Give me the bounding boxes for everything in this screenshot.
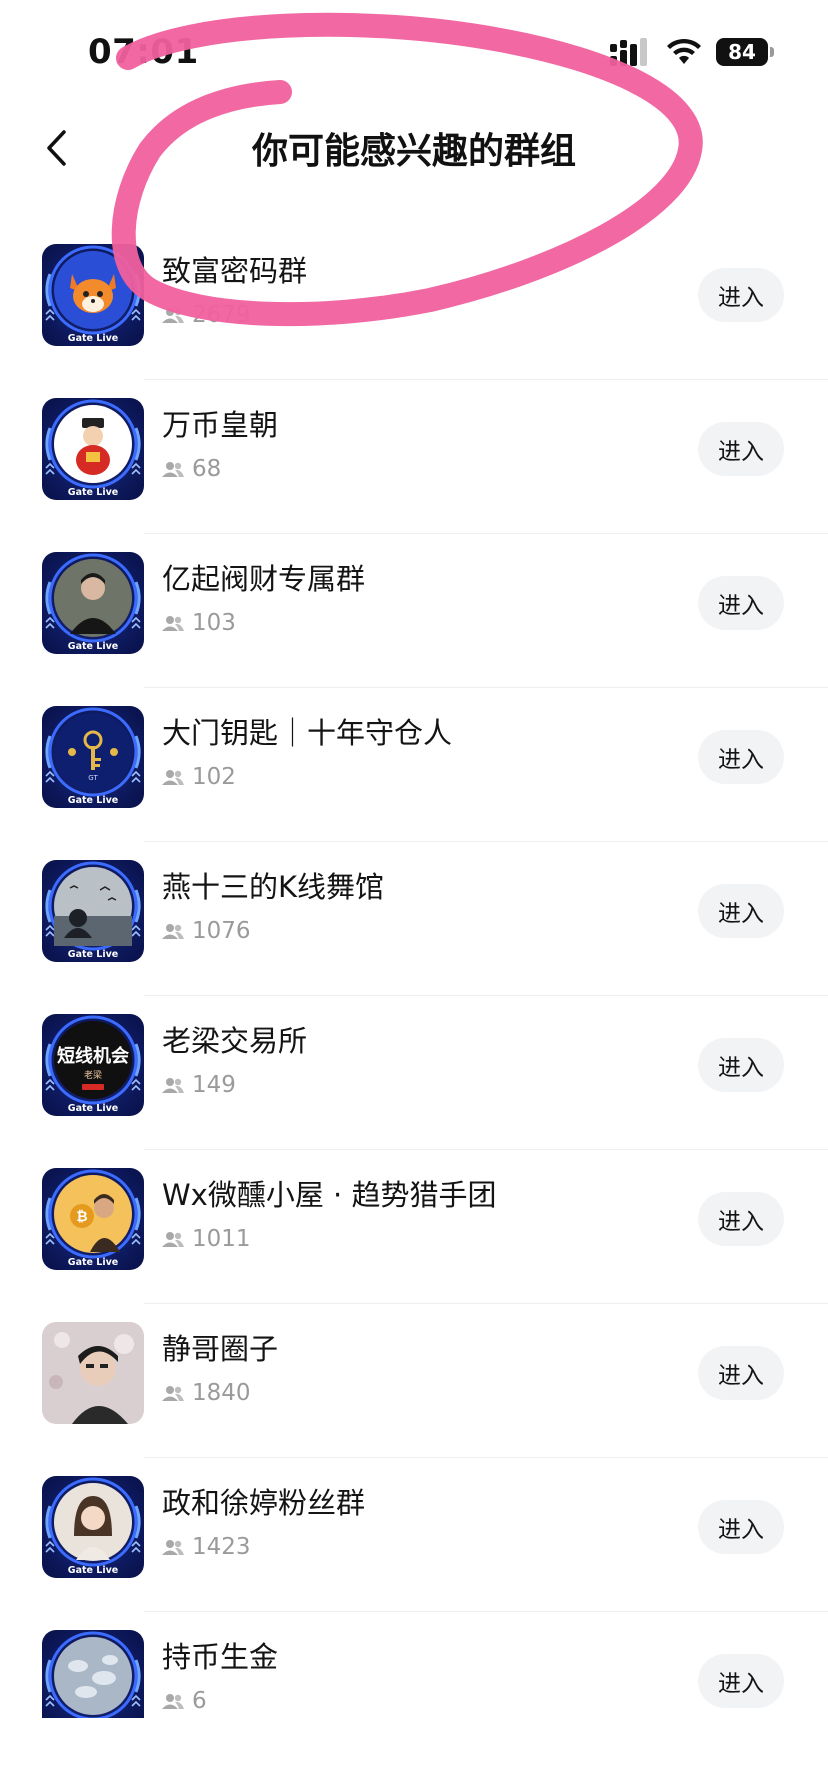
people-icon bbox=[162, 1232, 184, 1247]
member-count-row: 2679 bbox=[162, 302, 251, 328]
member-count: 103 bbox=[192, 610, 236, 636]
join-button[interactable]: 进入 bbox=[698, 268, 784, 322]
member-count-row: 103 bbox=[162, 610, 236, 636]
people-icon bbox=[162, 770, 184, 785]
group-list-item[interactable]: 静哥圈子 1840 进入 bbox=[0, 1304, 828, 1458]
member-count: 149 bbox=[192, 1072, 236, 1098]
people-icon bbox=[162, 1540, 184, 1555]
member-count: 2679 bbox=[192, 302, 251, 328]
join-button[interactable]: 进入 bbox=[698, 422, 784, 476]
group-avatar[interactable]: 短线机会 老梁 Gate Live bbox=[42, 1014, 144, 1116]
member-count: 1011 bbox=[192, 1226, 251, 1252]
member-count: 1076 bbox=[192, 918, 251, 944]
member-count-row: 1840 bbox=[162, 1380, 251, 1406]
group-list-item[interactable]: Gate Live 政和徐婷粉丝群 1423 进入 bbox=[0, 1458, 828, 1612]
svg-text:Gate Live: Gate Live bbox=[68, 1565, 118, 1576]
group-name: 燕十三的K线舞馆 bbox=[162, 870, 385, 904]
page-title: 你可能感兴趣的群组 bbox=[251, 131, 576, 172]
people-icon bbox=[162, 462, 184, 477]
member-count-row: 6 bbox=[162, 1688, 207, 1714]
join-button[interactable]: 进入 bbox=[698, 1038, 784, 1092]
join-button[interactable]: 进入 bbox=[698, 1654, 784, 1708]
status-bar: 07:01 84 bbox=[0, 0, 828, 100]
group-name: 老梁交易所 bbox=[162, 1024, 308, 1058]
svg-text:₿: ₿ bbox=[76, 1209, 87, 1225]
group-name: 致富密码群 bbox=[162, 254, 308, 288]
svg-text:Gate Live: Gate Live bbox=[68, 949, 118, 960]
battery-tip bbox=[770, 47, 774, 57]
join-button[interactable]: 进入 bbox=[698, 1500, 784, 1554]
group-avatar[interactable] bbox=[42, 1322, 144, 1424]
svg-text:Gate Live: Gate Live bbox=[68, 487, 118, 498]
group-avatar[interactable]: Gate Live bbox=[42, 552, 144, 654]
wifi-icon bbox=[667, 38, 701, 64]
status-icons: 84 bbox=[610, 38, 774, 66]
group-name: 静哥圈子 bbox=[162, 1332, 279, 1366]
status-time: 07:01 bbox=[88, 32, 199, 72]
people-icon bbox=[162, 308, 184, 323]
group-list: Gate Live 致富密码群 2679 进入 Gate Live 万币皇朝 6… bbox=[0, 226, 828, 1766]
group-avatar[interactable]: ₿ Gate Live bbox=[42, 1168, 144, 1270]
group-name: 亿起阀财专属群 bbox=[162, 562, 366, 596]
member-count: 6 bbox=[192, 1688, 207, 1714]
svg-text:Gate Live: Gate Live bbox=[68, 795, 118, 806]
bottom-area bbox=[0, 1718, 828, 1792]
group-list-item[interactable]: GT Gate Live 大门钥匙｜十年守仓人 102 进入 bbox=[0, 688, 828, 842]
svg-text:短线机会: 短线机会 bbox=[57, 1045, 129, 1067]
group-name: 万币皇朝 bbox=[162, 408, 279, 442]
join-button[interactable]: 进入 bbox=[698, 884, 784, 938]
member-count-row: 1076 bbox=[162, 918, 251, 944]
join-button[interactable]: 进入 bbox=[698, 1192, 784, 1246]
member-count: 102 bbox=[192, 764, 236, 790]
group-name: 持币生金 bbox=[162, 1640, 279, 1674]
group-name: Wx微醺小屋 · 趋势猎手团 bbox=[162, 1178, 497, 1212]
svg-text:Gate Live: Gate Live bbox=[68, 1257, 118, 1268]
group-list-item[interactable]: ₿ Gate Live Wx微醺小屋 · 趋势猎手团 1011 进入 bbox=[0, 1150, 828, 1304]
group-name: 大门钥匙｜十年守仓人 bbox=[162, 716, 453, 750]
header: 你可能感兴趣的群组 bbox=[0, 100, 828, 200]
group-avatar[interactable]: Gate Live bbox=[42, 244, 144, 346]
battery-level: 84 bbox=[716, 38, 768, 66]
cellular-signal-icon bbox=[610, 38, 647, 66]
join-button[interactable]: 进入 bbox=[698, 1346, 784, 1400]
people-icon bbox=[162, 1694, 184, 1709]
svg-text:老梁: 老梁 bbox=[84, 1069, 102, 1081]
people-icon bbox=[162, 1386, 184, 1401]
group-list-item[interactable]: 短线机会 老梁 Gate Live 老梁交易所 149 进入 bbox=[0, 996, 828, 1150]
member-count-row: 102 bbox=[162, 764, 236, 790]
member-count-row: 1011 bbox=[162, 1226, 251, 1252]
group-avatar[interactable]: Gate Live bbox=[42, 1476, 144, 1578]
group-avatar[interactable]: Gate Live bbox=[42, 860, 144, 962]
group-avatar[interactable]: Gate Live bbox=[42, 398, 144, 500]
member-count-row: 68 bbox=[162, 456, 221, 482]
group-avatar[interactable]: GT Gate Live bbox=[42, 706, 144, 808]
group-list-item[interactable]: Gate Live 万币皇朝 68 进入 bbox=[0, 380, 828, 534]
svg-text:Gate Live: Gate Live bbox=[68, 641, 118, 652]
svg-text:Gate Live: Gate Live bbox=[68, 1103, 118, 1114]
group-list-item[interactable]: Gate Live 致富密码群 2679 进入 bbox=[0, 226, 828, 380]
svg-text:Gate Live: Gate Live bbox=[68, 333, 118, 344]
join-button[interactable]: 进入 bbox=[698, 576, 784, 630]
member-count-row: 1423 bbox=[162, 1534, 251, 1560]
group-list-item[interactable]: Gate Live 燕十三的K线舞馆 1076 进入 bbox=[0, 842, 828, 996]
member-count-row: 149 bbox=[162, 1072, 236, 1098]
group-list-item[interactable]: Gate Live 亿起阀财专属群 103 进入 bbox=[0, 534, 828, 688]
join-button[interactable]: 进入 bbox=[698, 730, 784, 784]
member-count: 1423 bbox=[192, 1534, 251, 1560]
people-icon bbox=[162, 616, 184, 631]
battery-indicator: 84 bbox=[716, 38, 774, 66]
people-icon bbox=[162, 1078, 184, 1093]
member-count: 68 bbox=[192, 456, 222, 482]
people-icon bbox=[162, 924, 184, 939]
group-name: 政和徐婷粉丝群 bbox=[162, 1486, 366, 1520]
svg-text:GT: GT bbox=[88, 774, 98, 782]
group-avatar[interactable] bbox=[42, 1630, 144, 1732]
member-count: 1840 bbox=[192, 1380, 251, 1406]
